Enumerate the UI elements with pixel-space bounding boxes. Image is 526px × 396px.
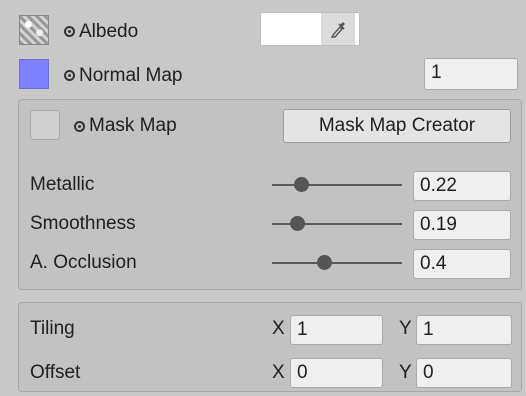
slider-label: A. Occlusion (30, 252, 137, 273)
slider-thumb[interactable] (293, 177, 309, 192)
mask-map-label: Mask Map (89, 115, 177, 136)
offset-y-label: Y (399, 362, 412, 383)
normal-map-label: Normal Map (79, 65, 183, 86)
mask-map-texture-thumbnail[interactable] (30, 110, 60, 140)
texture-picker-icon[interactable] (74, 121, 85, 132)
normal-map-scale-field[interactable]: 1 (424, 58, 518, 90)
slider-value-field[interactable]: 0.22 (413, 171, 511, 201)
slider-value-field[interactable]: 0.4 (413, 249, 511, 279)
tiling-y-label: Y (399, 318, 412, 339)
material-inspector: { "albedo": { "label": "Albedo", "color"… (0, 0, 526, 396)
albedo-color-swatch[interactable] (260, 12, 360, 46)
slider-label: Metallic (30, 174, 95, 195)
slider-thumb[interactable] (317, 255, 332, 270)
slider-track[interactable] (272, 262, 402, 264)
eyedropper-button[interactable] (321, 13, 355, 45)
mask-map-creator-button[interactable]: Mask Map Creator (283, 109, 511, 143)
albedo-label: Albedo (79, 21, 139, 42)
normal-map-texture-thumbnail[interactable] (19, 59, 49, 89)
tiling-label: Tiling (30, 318, 75, 339)
texture-picker-icon[interactable] (64, 26, 75, 37)
slider-value-field[interactable]: 0.19 (413, 210, 511, 240)
offset-x-label: X (272, 362, 285, 383)
tiling-y-field[interactable]: 1 (416, 315, 512, 345)
offset-y-field[interactable]: 0 (416, 358, 512, 388)
slider-label: Smoothness (30, 213, 136, 234)
slider-thumb[interactable] (289, 216, 305, 231)
offset-label: Offset (30, 362, 81, 383)
slider-track[interactable] (272, 184, 402, 186)
offset-x-field[interactable]: 0 (290, 358, 383, 388)
eyedropper-icon (330, 22, 345, 38)
tiling-x-field[interactable]: 1 (290, 315, 383, 345)
texture-picker-icon[interactable] (64, 70, 75, 81)
albedo-texture-thumbnail[interactable] (19, 15, 49, 45)
tiling-x-label: X (272, 318, 285, 339)
